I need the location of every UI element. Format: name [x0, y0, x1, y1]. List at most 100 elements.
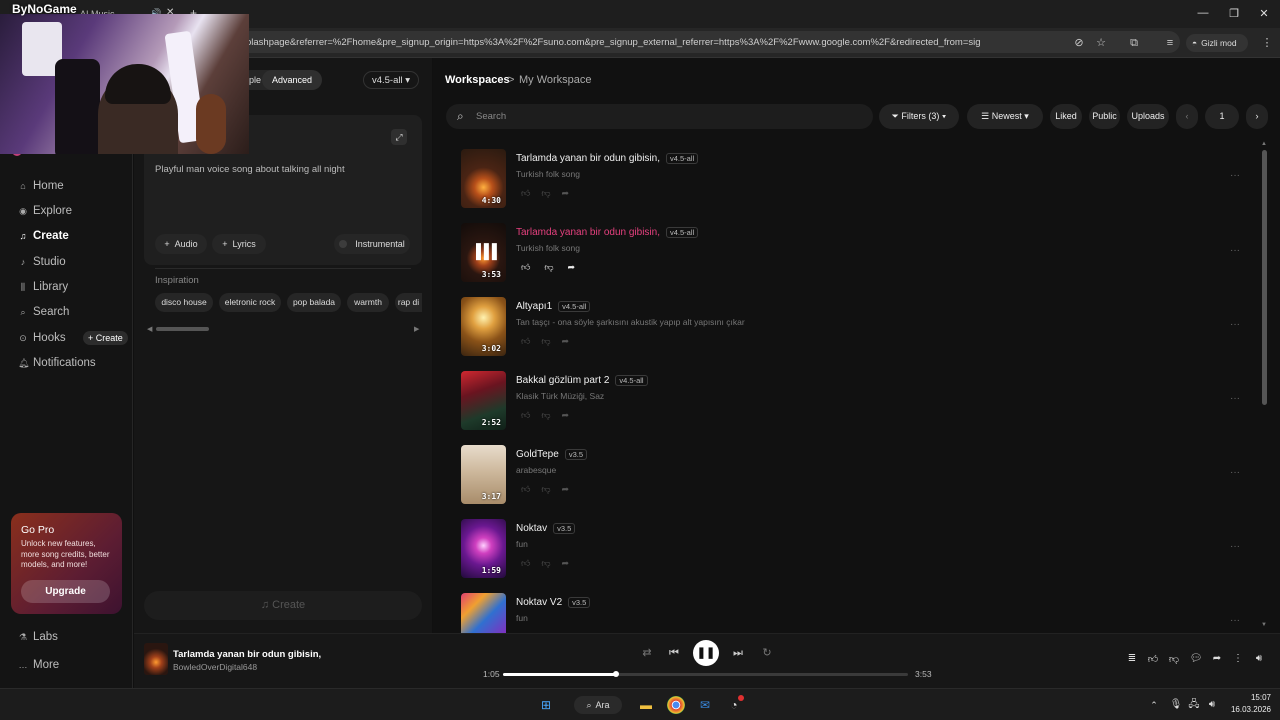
upgrade-button[interactable]: Upgrade	[21, 580, 110, 603]
vertical-scrollbar[interactable]	[1262, 150, 1267, 405]
chrome-icon[interactable]	[667, 696, 685, 714]
share-icon[interactable]: ➦	[562, 336, 570, 350]
add-lyrics-button[interactable]: + Lyrics	[212, 234, 266, 254]
song-title[interactable]: Noktav V2 v3.5	[516, 597, 591, 608]
clock-time[interactable]: 15:07	[1229, 693, 1271, 702]
next-page-icon[interactable]: ›	[1246, 104, 1268, 129]
song-title[interactable]: Noktav v3.5	[516, 523, 576, 534]
inspiration-tag[interactable]: rap di	[395, 293, 422, 312]
share-icon[interactable]: ➦	[568, 262, 576, 276]
public-filter[interactable]: Public	[1089, 104, 1120, 129]
thumbs-down-icon[interactable]: 👎︎	[544, 262, 553, 276]
uploads-filter[interactable]: Uploads	[1127, 104, 1169, 129]
prev-page-icon[interactable]: ‹	[1176, 104, 1198, 129]
sidebar-item-library[interactable]: ⫼ Library	[18, 278, 128, 296]
sidebar-item-explore[interactable]: ◉ Explore	[18, 202, 128, 220]
sidebar-item-notifications[interactable]: 🔔︎ Notifications	[18, 354, 128, 372]
thumbs-down-icon[interactable]: 👎︎	[1167, 653, 1181, 667]
thumbs-up-icon[interactable]: 👍︎	[521, 336, 530, 350]
mode-simple-tab[interactable]: ple	[249, 75, 261, 85]
player-artist[interactable]: BowledOverDigital648	[173, 662, 257, 672]
inspiration-tag[interactable]: warmth	[347, 293, 389, 312]
expand-icon[interactable]: ⤢	[391, 129, 407, 145]
model-version-select[interactable]: v4.5-all ▾	[363, 71, 419, 89]
minimize-icon[interactable]: —	[1193, 7, 1213, 19]
sidebar-item-create[interactable]: ♫ Create	[18, 227, 128, 245]
previous-icon[interactable]: ⏮	[667, 646, 681, 660]
thumbs-down-icon[interactable]: 👎︎	[541, 336, 550, 350]
filters-button[interactable]: ⏷ Filters (3) ▾	[879, 104, 959, 129]
sidebar-item-hooks[interactable]: ⊙ Hooks	[18, 329, 78, 347]
share-icon[interactable]: ➦	[562, 188, 570, 202]
song-cover[interactable]: ▌▌▌ 3:53	[461, 223, 506, 282]
progress-knob[interactable]	[613, 671, 619, 677]
song-title[interactable]: Altyapı1 v4.5-all	[516, 301, 591, 312]
thumbs-up-icon[interactable]: 👍︎	[521, 558, 530, 572]
share-icon[interactable]: ➦	[562, 484, 570, 498]
browser-menu-icon[interactable]: ⋮	[1259, 35, 1275, 51]
windows-start-icon[interactable]: ⊞	[537, 696, 555, 714]
song-cover[interactable]: 3:02	[461, 297, 506, 356]
scroll-right-icon[interactable]: ▶	[414, 325, 419, 333]
song-cover[interactable]: 4:30	[461, 149, 506, 208]
microphone-icon[interactable]: 🎙︎	[1167, 696, 1185, 714]
star-icon[interactable]: ☆	[1093, 35, 1109, 51]
thumbs-up-icon[interactable]: 👍︎	[521, 188, 530, 202]
more-options-icon[interactable]: ···	[1230, 319, 1240, 330]
thumbs-down-icon[interactable]: 👎︎	[541, 188, 550, 202]
hooks-create-button[interactable]: + Create	[83, 331, 128, 345]
more-options-icon[interactable]: ···	[1230, 615, 1240, 626]
song-cover[interactable]: 3:17	[461, 445, 506, 504]
song-cover[interactable]	[461, 593, 506, 633]
thumbs-down-icon[interactable]: 👎︎	[541, 558, 550, 572]
instrumental-toggle[interactable]: Instrumental	[334, 234, 410, 254]
clock-date[interactable]: 16.03.2026	[1219, 705, 1271, 714]
sidebar-item-labs[interactable]: ⚗ Labs	[18, 628, 128, 646]
tray-chevron-icon[interactable]: ⌃	[1145, 696, 1163, 714]
more-options-icon[interactable]: ···	[1230, 541, 1240, 552]
shuffle-icon[interactable]: ⇄	[640, 646, 654, 660]
share-icon[interactable]: ➦	[562, 410, 570, 424]
inspiration-tag[interactable]: eletronic rock	[219, 293, 281, 312]
thumbs-down-icon[interactable]: 👎︎	[541, 484, 550, 498]
pause-button[interactable]: ❚❚	[693, 640, 719, 666]
url-text[interactable]: plashpage&referrer=%2Fhome&pre_signup_or…	[246, 37, 981, 48]
scroll-left-icon[interactable]: ◀	[147, 325, 152, 333]
thumbs-up-icon[interactable]: 👍︎	[521, 484, 530, 498]
repeat-icon[interactable]: ↻	[760, 646, 774, 660]
media-control-icon[interactable]: ≡	[1162, 35, 1178, 51]
more-options-icon[interactable]: ···	[1230, 467, 1240, 478]
add-audio-button[interactable]: + Audio	[155, 234, 207, 254]
page-number[interactable]: 1	[1205, 104, 1239, 129]
player-cover[interactable]	[144, 643, 168, 675]
sidebar-item-search[interactable]: ⌕ Search	[18, 303, 128, 321]
more-options-icon[interactable]: ···	[1230, 393, 1240, 404]
song-title[interactable]: Tarlamda yanan bir odun gibisin, v4.5-all	[516, 153, 699, 164]
song-cover[interactable]: 2:52	[461, 371, 506, 430]
player-title[interactable]: Tarlamda yanan bir odun gibisin,	[173, 649, 321, 660]
queue-icon[interactable]: ≣	[1125, 653, 1139, 667]
sidebar-item-more[interactable]: … More	[18, 656, 128, 674]
extensions-icon[interactable]: ⧉	[1126, 35, 1142, 51]
thumbs-up-icon[interactable]: 👍︎	[521, 410, 530, 424]
sidebar-item-home[interactable]: ⌂ Home	[18, 177, 128, 195]
inspiration-tag[interactable]: disco house	[155, 293, 213, 312]
next-icon[interactable]: ⏭	[731, 646, 745, 660]
prompt-text[interactable]: Playful man voice song about talking all…	[155, 164, 410, 175]
taskbar-search[interactable]: ⌕ Ara	[574, 696, 622, 714]
volume-icon[interactable]: 🔊︎	[1252, 653, 1266, 667]
more-options-icon[interactable]: ···	[1230, 245, 1240, 256]
incognito-badge[interactable]: ◓ Gizli mod	[1186, 34, 1248, 52]
sort-button[interactable]: ☰ Newest ▾	[967, 104, 1043, 129]
song-cover[interactable]: 1:59	[461, 519, 506, 578]
more-options-icon[interactable]: ⋮	[1231, 653, 1245, 667]
horizontal-scrollbar[interactable]	[156, 327, 209, 331]
share-icon[interactable]: ➦	[562, 558, 570, 572]
eye-off-icon[interactable]: ⊘	[1071, 35, 1087, 51]
comment-icon[interactable]: 💬︎	[1189, 653, 1203, 667]
share-icon[interactable]: ➦	[1210, 653, 1224, 667]
breadcrumb-root[interactable]: Workspaces	[445, 74, 510, 86]
scroll-up-icon[interactable]: ▲	[1261, 141, 1267, 147]
maximize-icon[interactable]: ❐	[1224, 7, 1244, 20]
thumbs-up-icon[interactable]: 👍︎	[521, 262, 530, 276]
